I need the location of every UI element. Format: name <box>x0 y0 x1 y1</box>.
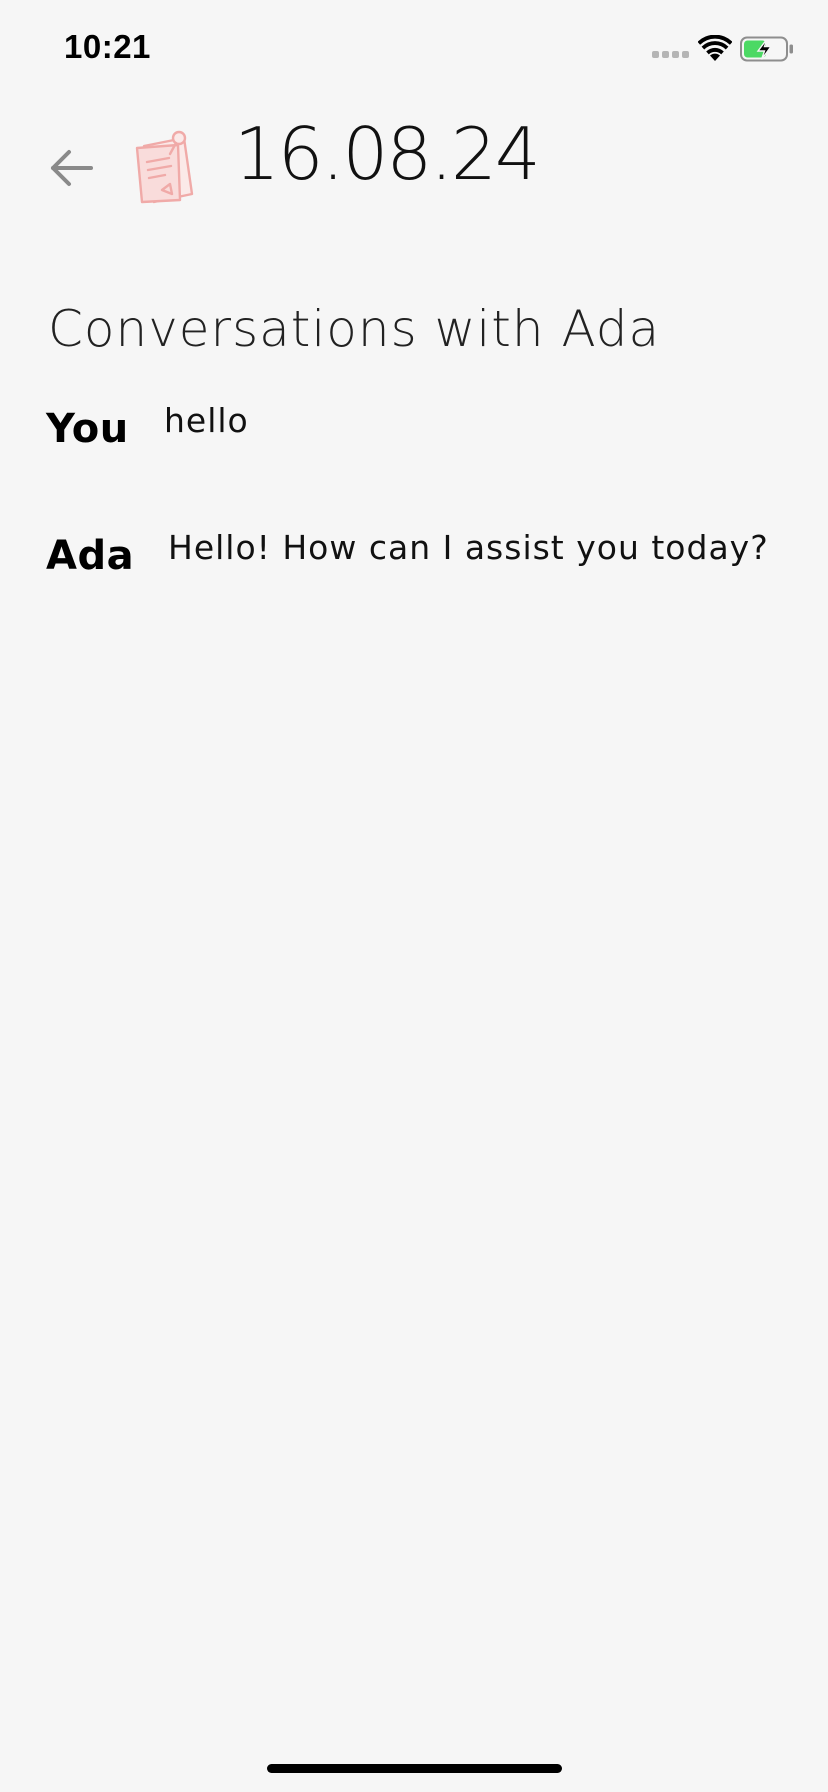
section-heading: Conversations with Ada <box>48 300 661 358</box>
pinned-note-icon <box>135 130 194 204</box>
signal-dots-icon <box>652 51 689 58</box>
back-button[interactable] <box>48 146 98 190</box>
message-row-you: You hello <box>46 401 806 452</box>
wifi-icon <box>698 35 732 61</box>
status-time: 10:21 <box>64 28 151 65</box>
home-indicator[interactable] <box>267 1764 562 1773</box>
battery-charging-icon <box>740 36 793 62</box>
page-title: 16.08.24 <box>234 112 541 196</box>
message-text: Hello! How can I assist you today? <box>168 528 769 567</box>
message-row-ada: Ada Hello! How can I assist you today? <box>46 528 806 579</box>
status-bar: 10:21 <box>0 0 828 100</box>
arrow-left-icon <box>51 150 93 186</box>
speaker-label: You <box>46 406 129 452</box>
message-text: hello <box>164 401 249 440</box>
speaker-label: Ada <box>46 533 135 579</box>
